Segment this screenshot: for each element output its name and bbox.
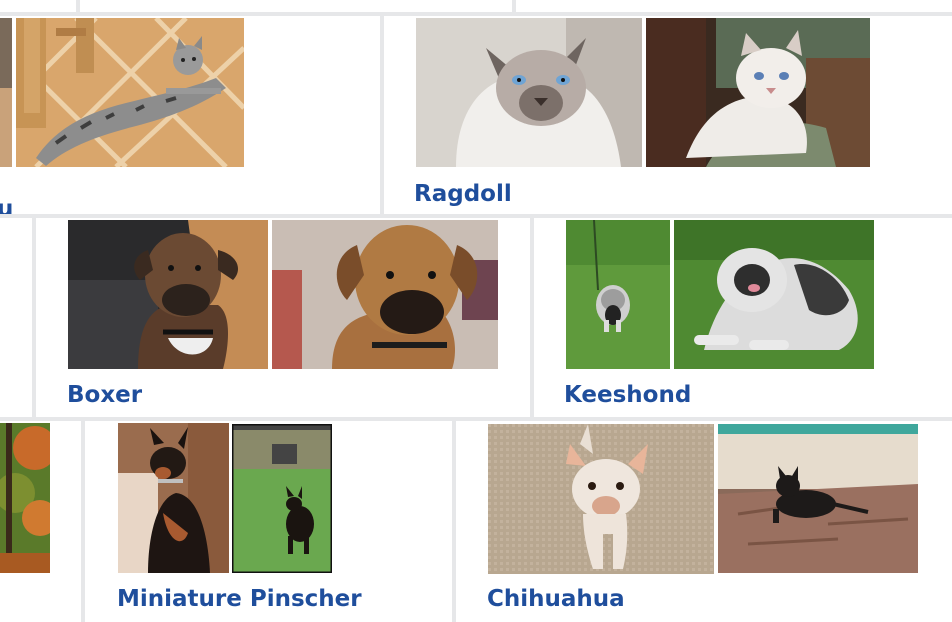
gallery-cell-keeshond[interactable]: Keeshond: [534, 218, 952, 417]
breed-label-keeshond[interactable]: Keeshond: [564, 381, 691, 409]
gallery-cell-top-left: [0, 0, 76, 12]
breed-label-partial[interactable]: u: [0, 195, 13, 214]
gallery-cell-top-right: [516, 0, 952, 12]
miniature-pinscher-running-photo[interactable]: [232, 424, 332, 573]
gallery-cell-miniature-pinscher[interactable]: Miniature Pinscher: [85, 421, 452, 622]
autumn-tree-photo-partial[interactable]: [0, 423, 50, 573]
breed-label-ragdoll[interactable]: Ragdoll: [414, 180, 512, 208]
boxer-dog-photo[interactable]: [68, 220, 268, 369]
keeshond-lying-photo[interactable]: [674, 220, 874, 369]
gallery-cell-egyptian-mau[interactable]: u: [0, 16, 380, 214]
keeshond-running-photo[interactable]: [566, 220, 670, 369]
gallery-cell-row2-left: [0, 218, 32, 417]
egyptian-mau-cat-photo[interactable]: [16, 18, 244, 167]
miniature-pinscher-sitting-photo[interactable]: [118, 423, 229, 573]
breed-label-chihuahua[interactable]: Chihuahua: [487, 585, 625, 613]
boxer-dog-closeup-photo[interactable]: [272, 220, 498, 369]
ragdoll-kitten-photo[interactable]: [646, 18, 870, 167]
gallery-cell-top-middle: [80, 0, 512, 12]
ragdoll-cat-photo[interactable]: [416, 18, 642, 167]
gallery-cell-chihuahua[interactable]: Chihuahua: [456, 421, 952, 622]
breed-label-miniature-pinscher[interactable]: Miniature Pinscher: [117, 585, 362, 613]
egyptian-mau-partial-photo[interactable]: [0, 18, 12, 167]
chihuahua-black-photo[interactable]: [718, 424, 918, 573]
breed-label-boxer[interactable]: Boxer: [67, 381, 142, 409]
gallery-cell-ragdoll[interactable]: Ragdoll: [384, 16, 952, 214]
gallery-cell-boxer[interactable]: Boxer: [36, 218, 530, 417]
gallery-cell-row3-left[interactable]: [0, 421, 81, 622]
chihuahua-white-photo[interactable]: [488, 424, 714, 574]
